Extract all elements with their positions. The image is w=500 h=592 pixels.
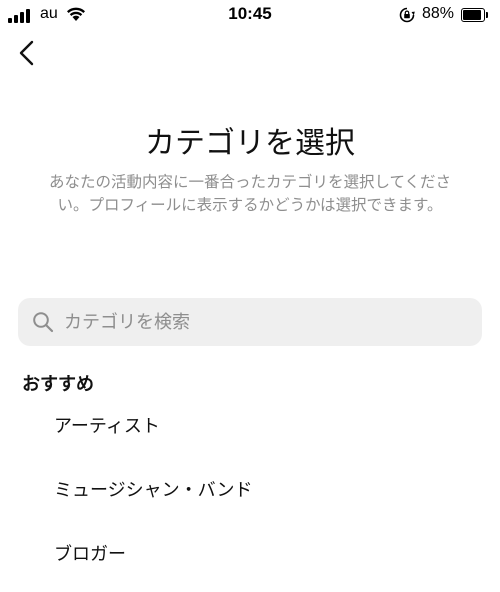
section-header-recommended: おすすめ (22, 374, 94, 395)
chevron-left-icon (19, 40, 34, 66)
orientation-lock-icon (399, 7, 415, 23)
category-item-label: ブロガー (54, 544, 126, 565)
battery-icon (461, 8, 489, 22)
category-item-artist[interactable]: アーティスト (54, 411, 474, 443)
battery-percent: 88% (422, 5, 455, 22)
search-box[interactable] (18, 298, 482, 346)
page-description: あなたの活動内容に一番合ったカテゴリを選択してください。プロフィールに表示するか… (48, 173, 452, 214)
back-button[interactable] (12, 36, 46, 70)
category-item-musician-band[interactable]: ミュージシャン・バンド (54, 475, 474, 507)
category-item-label: アーティスト (54, 416, 160, 437)
status-bar: au 10:45 88% (0, 0, 500, 30)
category-select-screen: au 10:45 88% カテゴリを選択 あなたの活動内容に一番合ったカテゴリを… (0, 0, 500, 592)
page-title: カテゴリを選択 (145, 126, 355, 161)
search-icon (33, 312, 54, 333)
category-item-blogger[interactable]: ブロガー (54, 539, 474, 571)
category-item-label: ミュージシャン・バンド (54, 480, 253, 501)
search-input[interactable] (64, 298, 464, 346)
